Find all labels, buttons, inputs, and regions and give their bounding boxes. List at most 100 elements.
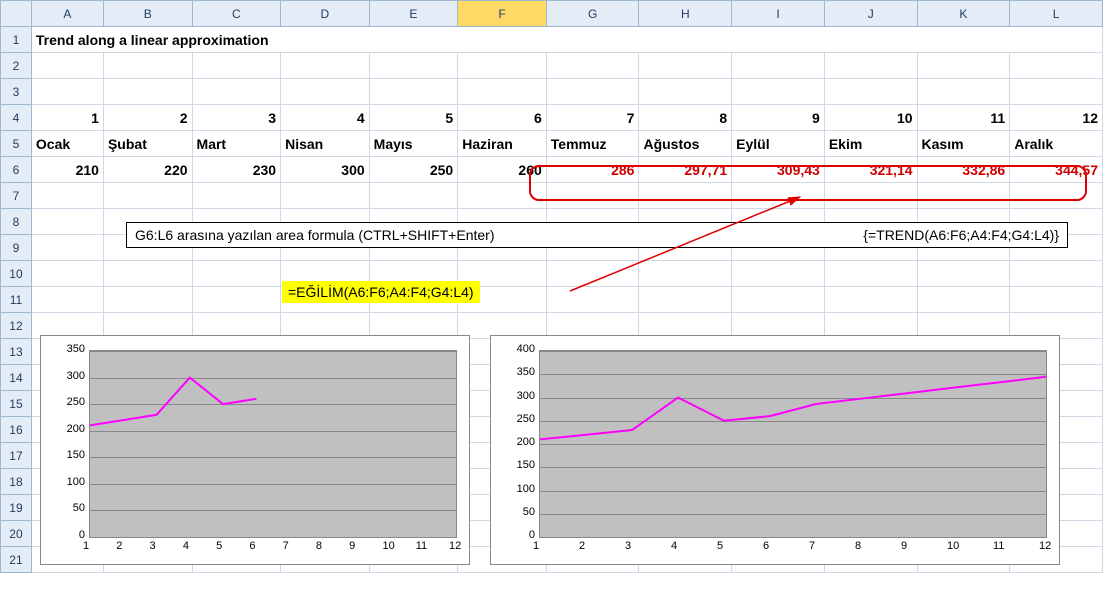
cell-D4[interactable]: 4: [281, 105, 370, 131]
cell-B11[interactable]: [103, 287, 192, 313]
cell-A9[interactable]: [31, 235, 103, 261]
cell-G11[interactable]: [546, 287, 639, 313]
cell-C2[interactable]: [192, 53, 281, 79]
row-header-11[interactable]: 11: [1, 287, 32, 313]
cell-L7[interactable]: [1010, 183, 1103, 209]
cell-I10[interactable]: [732, 261, 825, 287]
cell-G10[interactable]: [546, 261, 639, 287]
row-header-12[interactable]: 12: [1, 313, 32, 339]
cell-I2[interactable]: [732, 53, 825, 79]
cell-H2[interactable]: [639, 53, 732, 79]
column-header-D[interactable]: D: [281, 1, 370, 27]
cell-A11[interactable]: [31, 287, 103, 313]
cell-H11[interactable]: [639, 287, 732, 313]
cell-A8[interactable]: [31, 209, 103, 235]
cell-A6[interactable]: 210: [31, 157, 103, 183]
cell-C5[interactable]: Mart: [192, 131, 281, 157]
cell-H3[interactable]: [639, 79, 732, 105]
row-header-14[interactable]: 14: [1, 365, 32, 391]
cell-G5[interactable]: Temmuz: [546, 131, 639, 157]
column-header-C[interactable]: C: [192, 1, 281, 27]
cell-C11[interactable]: [192, 287, 281, 313]
cell-C3[interactable]: [192, 79, 281, 105]
cell-G3[interactable]: [546, 79, 639, 105]
column-header-K[interactable]: K: [917, 1, 1010, 27]
cell-K5[interactable]: Kasım: [917, 131, 1010, 157]
cell-H10[interactable]: [639, 261, 732, 287]
column-header-B[interactable]: B: [103, 1, 192, 27]
chart-left[interactable]: 050100150200250300350123456789101112: [40, 335, 470, 565]
row-header-4[interactable]: 4: [1, 105, 32, 131]
cell-L2[interactable]: [1010, 53, 1103, 79]
row-header-21[interactable]: 21: [1, 547, 32, 573]
cell-G2[interactable]: [546, 53, 639, 79]
cell-L10[interactable]: [1010, 261, 1103, 287]
row-header-9[interactable]: 9: [1, 235, 32, 261]
cell-F5[interactable]: Haziran: [458, 131, 547, 157]
cell-J10[interactable]: [824, 261, 917, 287]
column-header-A[interactable]: A: [31, 1, 103, 27]
cell-L4[interactable]: 12: [1010, 105, 1103, 131]
cell-F6[interactable]: 260: [458, 157, 547, 183]
chart-right[interactable]: 050100150200250300350400123456789101112: [490, 335, 1060, 565]
cell-H7[interactable]: [639, 183, 732, 209]
row-header-16[interactable]: 16: [1, 417, 32, 443]
cell-E4[interactable]: 5: [369, 105, 458, 131]
row-header-8[interactable]: 8: [1, 209, 32, 235]
row-header-2[interactable]: 2: [1, 53, 32, 79]
cell-K6[interactable]: 332,86: [917, 157, 1010, 183]
cell-J5[interactable]: Ekim: [824, 131, 917, 157]
cell-C10[interactable]: [192, 261, 281, 287]
cell-A3[interactable]: [31, 79, 103, 105]
row-header-17[interactable]: 17: [1, 443, 32, 469]
column-header-L[interactable]: L: [1010, 1, 1103, 27]
cell-B4[interactable]: 2: [103, 105, 192, 131]
cell-G7[interactable]: [546, 183, 639, 209]
cell-I5[interactable]: Eylül: [732, 131, 825, 157]
cell-D2[interactable]: [281, 53, 370, 79]
column-header-I[interactable]: I: [732, 1, 825, 27]
cell-J4[interactable]: 10: [824, 105, 917, 131]
cell-A5[interactable]: Ocak: [31, 131, 103, 157]
cell-G4[interactable]: 7: [546, 105, 639, 131]
cell-F7[interactable]: [458, 183, 547, 209]
cell-B6[interactable]: 220: [103, 157, 192, 183]
select-all-corner[interactable]: [1, 1, 32, 27]
cell-H5[interactable]: Ağustos: [639, 131, 732, 157]
cell-I11[interactable]: [732, 287, 825, 313]
cell-L3[interactable]: [1010, 79, 1103, 105]
cell-I6[interactable]: 309,43: [732, 157, 825, 183]
cell-F4[interactable]: 6: [458, 105, 547, 131]
row-header-3[interactable]: 3: [1, 79, 32, 105]
row-header-18[interactable]: 18: [1, 469, 32, 495]
cell-J11[interactable]: [824, 287, 917, 313]
cell-I3[interactable]: [732, 79, 825, 105]
cell-C7[interactable]: [192, 183, 281, 209]
cell-L11[interactable]: [1010, 287, 1103, 313]
column-header-E[interactable]: E: [369, 1, 458, 27]
cell-C6[interactable]: 230: [192, 157, 281, 183]
row-header-15[interactable]: 15: [1, 391, 32, 417]
cell-F3[interactable]: [458, 79, 547, 105]
column-header-J[interactable]: J: [824, 1, 917, 27]
cell-L5[interactable]: Aralık: [1010, 131, 1103, 157]
cell-E2[interactable]: [369, 53, 458, 79]
cell-E7[interactable]: [369, 183, 458, 209]
row-header-5[interactable]: 5: [1, 131, 32, 157]
cell-F2[interactable]: [458, 53, 547, 79]
cell-A7[interactable]: [31, 183, 103, 209]
cell-H4[interactable]: 8: [639, 105, 732, 131]
row-header-7[interactable]: 7: [1, 183, 32, 209]
column-header-F[interactable]: F: [458, 1, 547, 27]
cell-B7[interactable]: [103, 183, 192, 209]
cell-J3[interactable]: [824, 79, 917, 105]
row-header-13[interactable]: 13: [1, 339, 32, 365]
cell-J2[interactable]: [824, 53, 917, 79]
cell-B10[interactable]: [103, 261, 192, 287]
cell-L6[interactable]: 344,57: [1010, 157, 1103, 183]
cell-A10[interactable]: [31, 261, 103, 287]
cell-I7[interactable]: [732, 183, 825, 209]
page-title[interactable]: Trend along a linear approximation: [31, 27, 1102, 53]
cell-E5[interactable]: Mayıs: [369, 131, 458, 157]
row-header-20[interactable]: 20: [1, 521, 32, 547]
